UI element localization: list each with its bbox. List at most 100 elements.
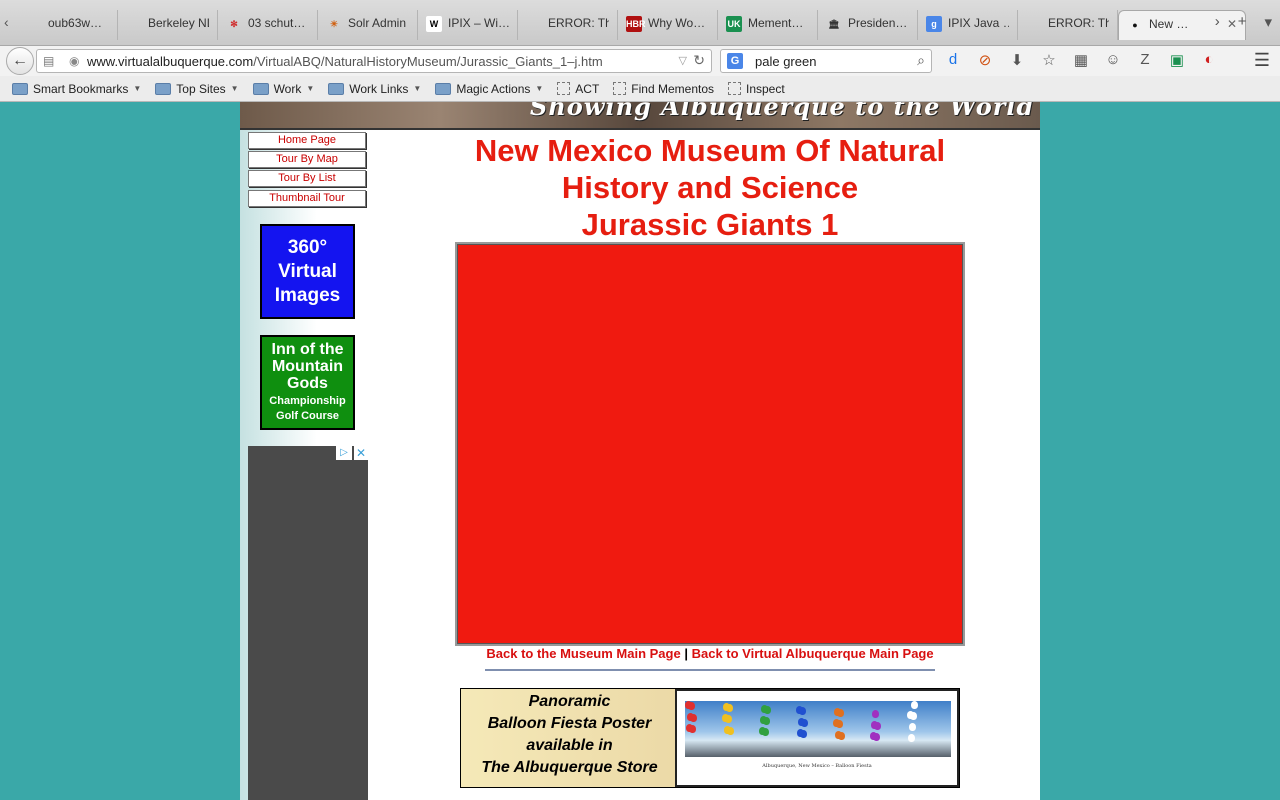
nav-home-page[interactable]: Home Page bbox=[248, 132, 366, 149]
bookmark-item[interactable]: Work ▼ bbox=[252, 82, 315, 96]
zotero-icon[interactable]: Z bbox=[1136, 51, 1154, 69]
download-icon[interactable]: ⬇ bbox=[1008, 51, 1026, 69]
search-bar[interactable]: G pale green ⌕ bbox=[720, 49, 932, 73]
ad-close-icon[interactable]: ✕ bbox=[354, 446, 368, 460]
advertisement-block[interactable]: ▷ ✕ bbox=[248, 446, 368, 800]
balloon-shape bbox=[838, 732, 845, 740]
bookmark-item[interactable]: ACT bbox=[557, 82, 599, 96]
balloon-shape bbox=[689, 725, 696, 733]
browser-tab[interactable]: oub63w… bbox=[18, 10, 118, 40]
memento-icon[interactable]: ◐ bbox=[1200, 51, 1218, 69]
url-text[interactable]: www.virtualalbuquerque.com/VirtualABQ/Na… bbox=[87, 54, 603, 69]
golf-ad-subline: Championship bbox=[269, 395, 346, 407]
chevron-down-icon: ▼ bbox=[230, 84, 239, 93]
page-icon bbox=[1026, 16, 1042, 32]
tab-scroll-right-icon[interactable]: › bbox=[1215, 13, 1220, 31]
browser-tab[interactable]: ERROR: The r… bbox=[1018, 10, 1118, 40]
nav-thumbnail-tour[interactable]: Thumbnail Tour bbox=[248, 190, 366, 207]
hamburger-menu-icon[interactable]: ☰ bbox=[1254, 50, 1270, 71]
poster-line: Panoramic bbox=[528, 693, 611, 710]
reload-icon[interactable]: ↻ bbox=[693, 52, 705, 69]
ad-360-line: Virtual bbox=[278, 261, 337, 282]
persona-icon[interactable]: ☺ bbox=[1104, 51, 1122, 69]
folder-icon bbox=[12, 82, 28, 95]
bookmark-label: Magic Actions bbox=[456, 81, 531, 96]
ad-choices-icon[interactable]: ▷ bbox=[336, 446, 352, 460]
web-page: Showing Albuquerque to the World Home Pa… bbox=[240, 102, 1040, 800]
balloon-shape bbox=[801, 719, 808, 727]
poster-image[interactable]: Albuquerque, New Mexico – Balloon Fiesta bbox=[675, 689, 959, 787]
balloon-shape bbox=[688, 702, 695, 710]
tab-title: Mement… bbox=[748, 16, 804, 30]
new-tab-icon[interactable]: + bbox=[1238, 13, 1247, 31]
tab-title: oub63w… bbox=[48, 16, 103, 30]
building-icon: 🏛 bbox=[828, 19, 840, 29]
browser-tab[interactable]: g IPIX Java … bbox=[918, 10, 1018, 40]
browser-tab[interactable]: ☀ Solr Admin bbox=[318, 10, 418, 40]
golf-ad-line: Gods bbox=[287, 375, 328, 392]
balloon-shape bbox=[837, 709, 844, 717]
wikipedia-icon: W bbox=[426, 16, 442, 32]
nav-tour-by-list[interactable]: Tour By List bbox=[248, 170, 366, 187]
museum-main-page-link[interactable]: Back to the Museum Main Page bbox=[486, 646, 680, 661]
tab-scroll-left-icon[interactable]: ‹ bbox=[4, 14, 9, 30]
tab-strip: oub63w… Berkeley NLP… ✻ 03 schut… ☀ Solr Admi… bbox=[18, 10, 1246, 40]
browser-tab[interactable]: ✻ 03 schut… bbox=[218, 10, 318, 40]
tab-list-icon[interactable]: ▾ bbox=[1264, 13, 1272, 31]
download-helper-icon[interactable]: d bbox=[944, 51, 962, 69]
bookmark-item[interactable]: Work Links ▼ bbox=[328, 82, 421, 96]
chevron-down-icon: ▼ bbox=[306, 84, 315, 93]
browser-tab[interactable]: ERROR: The r… bbox=[518, 10, 618, 40]
search-input[interactable]: pale green bbox=[755, 54, 816, 69]
balloon-fiesta-poster-ad[interactable]: Panoramic Balloon Fiesta Poster availabl… bbox=[460, 688, 960, 788]
balloon-shape bbox=[873, 733, 880, 741]
page-title: New Mexico Museum Of Natural History and… bbox=[420, 132, 1000, 243]
poster-caption: Albuquerque, New Mexico – Balloon Fiesta bbox=[762, 763, 872, 769]
page-icon[interactable]: ▤ bbox=[43, 54, 54, 68]
chevron-down-icon: ▼ bbox=[133, 84, 142, 93]
toolbar-icons: d ⊘ ⬇ ☆ ▦ ☺ Z ▣ ◐ bbox=[944, 51, 1218, 69]
ad-360-line: Images bbox=[274, 285, 341, 306]
block-icon[interactable]: ⊘ bbox=[976, 51, 994, 69]
browser-tab[interactable]: Berkeley NLP… bbox=[118, 10, 218, 40]
google-icon: g bbox=[926, 16, 942, 32]
balloon-shape bbox=[727, 727, 734, 735]
bookmark-item[interactable]: Inspect bbox=[728, 82, 785, 96]
browser-tab[interactable]: 🏛 Presiden… bbox=[818, 10, 918, 40]
tab-actions: › + ▾ bbox=[1215, 13, 1272, 31]
bookmark-item[interactable]: Smart Bookmarks ▼ bbox=[12, 82, 141, 96]
globe-icon[interactable]: ◉ bbox=[69, 54, 79, 68]
bookmark-star-icon[interactable]: ☆ bbox=[1040, 51, 1058, 69]
browser-tab[interactable]: HBR Why Wo… bbox=[618, 10, 718, 40]
reading-list-icon[interactable]: ▦ bbox=[1072, 51, 1090, 69]
title-line: New Mexico Museum Of Natural bbox=[474, 133, 946, 168]
tab-title: ERROR: The r… bbox=[1048, 16, 1109, 30]
ukwa-icon: UK bbox=[726, 16, 742, 32]
url-path: /VirtualABQ/NaturalHistoryMuseum/Jurassi… bbox=[253, 54, 603, 69]
panorama-viewer[interactable] bbox=[455, 242, 965, 646]
bookmark-label: Top Sites bbox=[176, 81, 226, 96]
bookmark-item[interactable]: Find Mementos bbox=[613, 82, 714, 96]
folder-icon bbox=[252, 82, 269, 95]
search-icon[interactable]: ⌕ bbox=[917, 52, 925, 69]
golf-ad-line: Inn of the bbox=[271, 341, 344, 358]
nav-tour-by-map[interactable]: Tour By Map bbox=[248, 151, 366, 168]
search-engine-icon[interactable]: G bbox=[727, 53, 743, 69]
virtual-albuquerque-main-page-link[interactable]: Back to Virtual Albuquerque Main Page bbox=[692, 646, 934, 661]
tab-title: Berkeley NLP… bbox=[148, 16, 209, 30]
url-history-dropdown-icon[interactable]: ▽ bbox=[679, 54, 687, 67]
browser-tab[interactable]: W IPIX – Wi… bbox=[418, 10, 518, 40]
bookmark-item[interactable]: Top Sites ▼ bbox=[155, 81, 239, 96]
balloon-shape bbox=[726, 704, 733, 712]
virtual-images-ad[interactable]: 360° Virtual Images bbox=[260, 224, 355, 319]
browser-tab[interactable]: UK Mement… bbox=[718, 10, 818, 40]
chevron-down-icon: ▼ bbox=[413, 84, 422, 93]
balloon-shape bbox=[725, 715, 732, 723]
ukwa-icon[interactable]: ▣ bbox=[1168, 51, 1186, 69]
golf-course-ad[interactable]: Inn of the Mountain Gods Championship Go… bbox=[260, 335, 355, 430]
tab-title: IPIX Java … bbox=[948, 16, 1009, 30]
back-button[interactable]: ← bbox=[6, 47, 34, 75]
bookmark-item[interactable]: Magic Actions ▼ bbox=[435, 82, 543, 96]
title-line: History and Science bbox=[561, 170, 859, 205]
url-bar[interactable]: ▤ ◉ www.virtualalbuquerque.com/VirtualAB… bbox=[36, 49, 712, 73]
